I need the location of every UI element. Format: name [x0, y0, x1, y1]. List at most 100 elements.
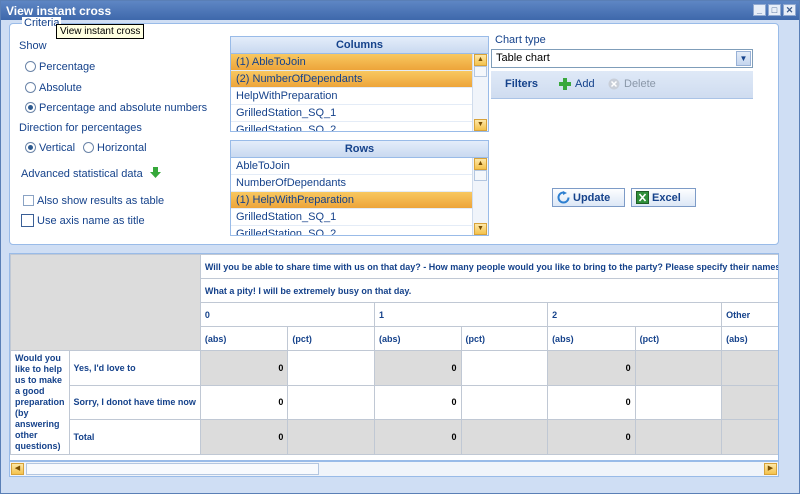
table-cell	[460, 419, 549, 455]
column-answer-header: What a pity! I will be extremely busy on…	[199, 278, 778, 303]
table-cell: 0	[373, 419, 462, 455]
rows-list: AbleToJoin NumberOfDependants (1) HelpWith…	[231, 158, 488, 235]
filters-toolbar: Filters Add Delete	[491, 71, 753, 99]
delete-icon	[608, 78, 620, 90]
columns-panel: Columns (1) AbleToJoin (2) NumberOfDepend…	[230, 36, 489, 132]
add-icon[interactable]	[559, 78, 571, 90]
direction-vertical-label[interactable]: Vertical	[39, 142, 75, 154]
maximize-icon[interactable]: □	[768, 4, 781, 16]
columns-list-item[interactable]: (2) NumberOfDependants	[231, 71, 488, 88]
add-filter-button[interactable]: Add	[575, 78, 595, 90]
also-show-table-label[interactable]: Also show results as table	[37, 195, 164, 207]
rows-list-item[interactable]: NumberOfDependants	[231, 175, 488, 192]
window-titlebar[interactable]: View instant cross _ □ ✕	[1, 1, 799, 20]
excel-button-label: Excel	[652, 192, 681, 204]
rows-header: Rows	[231, 141, 488, 158]
results-horizontal-scrollbar[interactable]: ◀ ▶	[9, 461, 779, 477]
results-table-panel: Will you be able to share time with us o…	[9, 253, 779, 461]
columns-list: (1) AbleToJoin (2) NumberOfDependants Help…	[231, 54, 488, 131]
table-cell: 0	[199, 419, 289, 455]
show-both-radio[interactable]	[25, 102, 36, 113]
show-absolute-label[interactable]: Absolute	[39, 82, 82, 94]
scroll-down-icon[interactable]: ▼	[474, 119, 487, 131]
use-axis-name-checkbox[interactable]	[21, 214, 34, 227]
table-corner	[10, 254, 201, 351]
columns-list-item[interactable]: (1) AbleToJoin	[231, 54, 488, 71]
rows-scrollbar[interactable]: ▲ ▼	[472, 158, 488, 235]
chart-type-select[interactable]: Table chart ▼	[491, 49, 753, 68]
table-cell: 0	[373, 384, 462, 421]
chart-type-value: Table chart	[496, 52, 550, 64]
table-cell	[634, 384, 723, 421]
rows-list-item[interactable]: GrilledStation_SQ_1	[231, 209, 488, 226]
filters-label: Filters	[505, 78, 539, 90]
columns-scrollbar[interactable]: ▲ ▼	[472, 54, 488, 131]
rows-list-item[interactable]: GrilledStation_SQ_2	[231, 226, 488, 235]
results-table: Will you be able to share time with us o…	[10, 254, 778, 455]
row-question-header: Would you like to help us to make a good…	[10, 350, 70, 455]
table-cell	[287, 384, 375, 421]
show-absolute-radio[interactable]	[25, 82, 36, 93]
measure-header-abs: (abs)	[373, 326, 462, 351]
minimize-icon[interactable]: _	[753, 4, 766, 16]
table-cell: 0	[199, 384, 289, 421]
window-title: View instant cross	[6, 4, 112, 18]
measure-header-pct: (pct)	[287, 326, 375, 351]
rows-list-item[interactable]: AbleToJoin	[231, 158, 488, 175]
title-tooltip: View instant cross	[56, 24, 145, 39]
direction-horizontal-radio[interactable]	[83, 142, 94, 153]
show-both-label[interactable]: Percentage and absolute numbers	[39, 102, 207, 114]
columns-list-item[interactable]: GrilledStation_SQ_2	[231, 122, 488, 131]
scroll-right-icon[interactable]: ▶	[764, 463, 777, 475]
instant-cross-window: View instant cross _ □ ✕ View instant cr…	[0, 0, 800, 494]
update-button[interactable]: Update	[552, 188, 625, 207]
scroll-thumb[interactable]	[474, 170, 487, 181]
scroll-left-icon[interactable]: ◀	[11, 463, 24, 475]
scroll-up-icon[interactable]: ▲	[474, 54, 487, 66]
measure-header-abs: (abs)	[199, 326, 289, 351]
table-cell	[634, 350, 723, 386]
direction-vertical-radio[interactable]	[25, 142, 36, 153]
group-header-1: 1	[373, 302, 549, 327]
show-percentage-label[interactable]: Percentage	[39, 61, 95, 73]
scroll-up-icon[interactable]: ▲	[474, 158, 487, 170]
measure-header-abs: (abs)	[547, 326, 636, 351]
group-header-other: Other	[721, 302, 778, 327]
also-show-table-checkbox[interactable]	[23, 195, 34, 206]
direction-horizontal-label[interactable]: Horizontal	[97, 142, 147, 154]
expand-arrow-icon[interactable]	[150, 167, 161, 178]
scroll-down-icon[interactable]: ▼	[474, 223, 487, 235]
column-question-header: Will you be able to share time with us o…	[199, 254, 778, 279]
table-cell	[287, 419, 375, 455]
show-percentage-radio[interactable]	[25, 61, 36, 72]
table-cell: 0	[547, 419, 636, 455]
group-header-2: 2	[547, 302, 723, 327]
excel-icon	[636, 191, 649, 204]
columns-list-item[interactable]: HelpWithPreparation	[231, 88, 488, 105]
table-cell	[287, 350, 375, 386]
chevron-down-icon[interactable]: ▼	[736, 51, 751, 66]
excel-button[interactable]: Excel	[631, 188, 696, 207]
show-label: Show	[19, 40, 47, 52]
table-cell	[460, 350, 549, 386]
scroll-thumb[interactable]	[474, 66, 487, 77]
columns-header: Columns	[231, 37, 488, 54]
delete-filter-button: Delete	[624, 78, 656, 90]
row-label: Sorry, I donot have time now	[68, 384, 201, 421]
measure-header-pct: (pct)	[634, 326, 723, 351]
measure-header-abs: (abs)	[721, 326, 778, 351]
table-cell	[721, 384, 778, 421]
refresh-icon	[557, 191, 570, 204]
table-cell: 0	[199, 350, 289, 386]
scroll-thumb[interactable]	[26, 463, 319, 475]
rows-list-item[interactable]: (1) HelpWithPreparation	[231, 192, 488, 209]
close-icon[interactable]: ✕	[783, 4, 796, 16]
columns-list-item[interactable]: GrilledStation_SQ_1	[231, 105, 488, 122]
advanced-statistics-link[interactable]: Advanced statistical data	[21, 168, 143, 180]
table-cell: 0	[373, 350, 462, 386]
table-cell	[634, 419, 723, 455]
table-cell	[721, 419, 778, 455]
table-cell: 0	[547, 384, 636, 421]
table-cell: 0	[547, 350, 636, 386]
use-axis-name-label[interactable]: Use axis name as title	[37, 215, 145, 227]
